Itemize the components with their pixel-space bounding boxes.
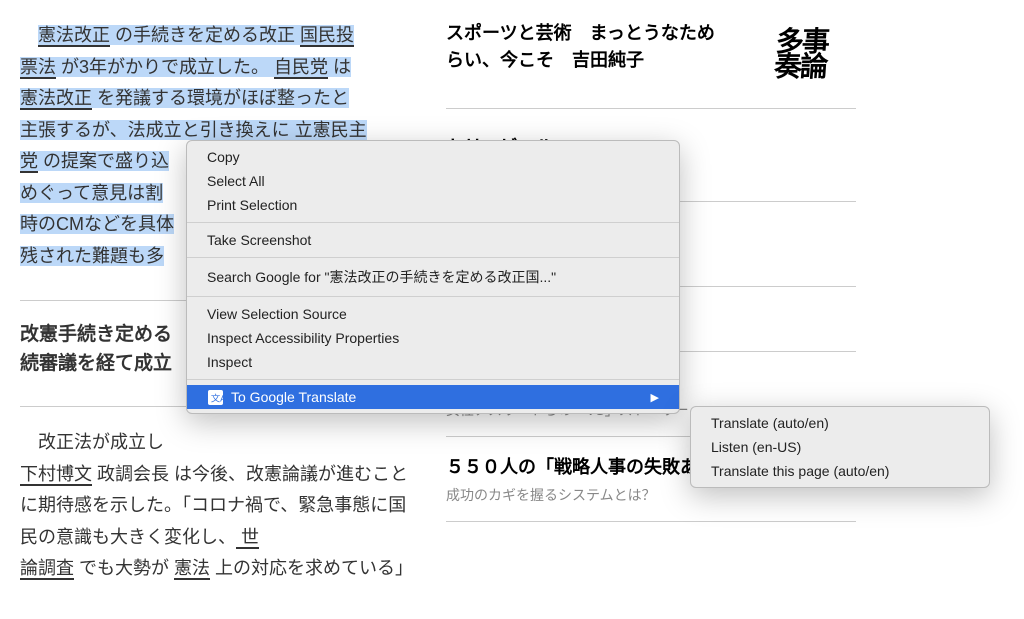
context-menu-separator bbox=[187, 296, 679, 297]
article-link-rikken-2[interactable]: 党 bbox=[20, 151, 38, 171]
context-menu-separator bbox=[187, 257, 679, 258]
context-menu-item-label: To Google Translate bbox=[231, 389, 356, 405]
context-menu-item-inspect[interactable]: Inspect bbox=[187, 350, 679, 374]
context-menu-item-view-selection-source[interactable]: View Selection Source bbox=[187, 302, 679, 326]
context-menu-item-take-screenshot[interactable]: Take Screenshot bbox=[187, 228, 679, 252]
article-link-seron-2[interactable]: 論調査 bbox=[20, 558, 74, 578]
article-link-rikken[interactable]: 立憲民主 bbox=[295, 120, 367, 140]
article-text: が3年がかりで成立した。 bbox=[56, 57, 269, 77]
article-text: 時のCMなどを具体 bbox=[20, 214, 174, 234]
article-link-kenpou-2[interactable]: 憲法改正 bbox=[20, 88, 92, 108]
context-submenu-item-translate-page[interactable]: Translate this page (auto/en) bbox=[691, 459, 989, 483]
context-submenu: Translate (auto/en) Listen (en-US) Trans… bbox=[690, 406, 990, 488]
article-text: は bbox=[328, 57, 351, 77]
article-text: めぐって意見は割 bbox=[20, 183, 163, 203]
context-menu-item-print-selection[interactable]: Print Selection bbox=[187, 193, 679, 217]
article-link-shimomura[interactable]: 下村博文 bbox=[20, 464, 92, 484]
article-text: の手続きを定める改正 bbox=[110, 25, 300, 45]
article-link-kenpou[interactable]: 憲法改正 bbox=[38, 25, 110, 45]
article-text: 主張するが、法成立と引き換えに bbox=[20, 120, 295, 140]
context-menu-separator bbox=[187, 379, 679, 380]
sidebar-item-subtitle: 成功のカギを握るシステムとは？ bbox=[446, 485, 856, 505]
article-text: でも大勢が bbox=[74, 558, 174, 578]
context-menu-item-inspect-accessibility[interactable]: Inspect Accessibility Properties bbox=[187, 326, 679, 350]
article-link-kenpou-3[interactable]: 憲法 bbox=[174, 558, 210, 578]
context-submenu-item-listen[interactable]: Listen (en-US) bbox=[691, 435, 989, 459]
context-menu-item-google-translate[interactable]: 文A To Google Translate ▶ bbox=[187, 385, 679, 409]
article-text: を発議する環境がほぼ整ったと bbox=[92, 88, 349, 108]
article-link-kokumin-2[interactable]: 票法 bbox=[20, 57, 56, 77]
context-submenu-item-translate[interactable]: Translate (auto/en) bbox=[691, 411, 989, 435]
article-link-kokumin[interactable]: 国民投 bbox=[300, 25, 354, 45]
article-text: の提案で盛り込 bbox=[38, 151, 169, 171]
article-text: 上の対応を求めている」 bbox=[210, 558, 413, 578]
svg-text:文A: 文A bbox=[210, 392, 222, 403]
article-text: 改正法が成立し bbox=[38, 432, 164, 452]
context-menu-item-select-all[interactable]: Select All bbox=[187, 169, 679, 193]
context-menu-separator bbox=[187, 222, 679, 223]
context-menu-item-search-google[interactable]: Search Google for "憲法改正の手続きを定める改正国..." bbox=[187, 263, 679, 291]
context-menu-item-copy[interactable]: Copy bbox=[187, 145, 679, 169]
article-text: 残された難題も多 bbox=[20, 246, 164, 266]
article-link-seron[interactable]: 世 bbox=[236, 527, 259, 547]
translate-icon: 文A bbox=[207, 389, 223, 405]
sidebar-feature[interactable]: スポーツと芸術 まっとうなためらい、今こそ 吉田純子 多事 奏論 bbox=[446, 20, 856, 109]
submenu-arrow-icon: ▶ bbox=[651, 391, 659, 404]
sidebar-feature-title: スポーツと芸術 まっとうなためらい、今こそ 吉田純子 bbox=[446, 20, 726, 90]
sidebar-feature-thumbnail: 多事 奏論 bbox=[744, 20, 859, 90]
context-menu: Copy Select All Print Selection Take Scr… bbox=[186, 140, 680, 414]
article-link-jimin[interactable]: 自民党 bbox=[274, 57, 328, 77]
article-paragraph-2[interactable]: 改正法が成立し 下村博文 政調会長 は今後、改憲論議が進むことに期待感を示した。… bbox=[20, 427, 420, 585]
